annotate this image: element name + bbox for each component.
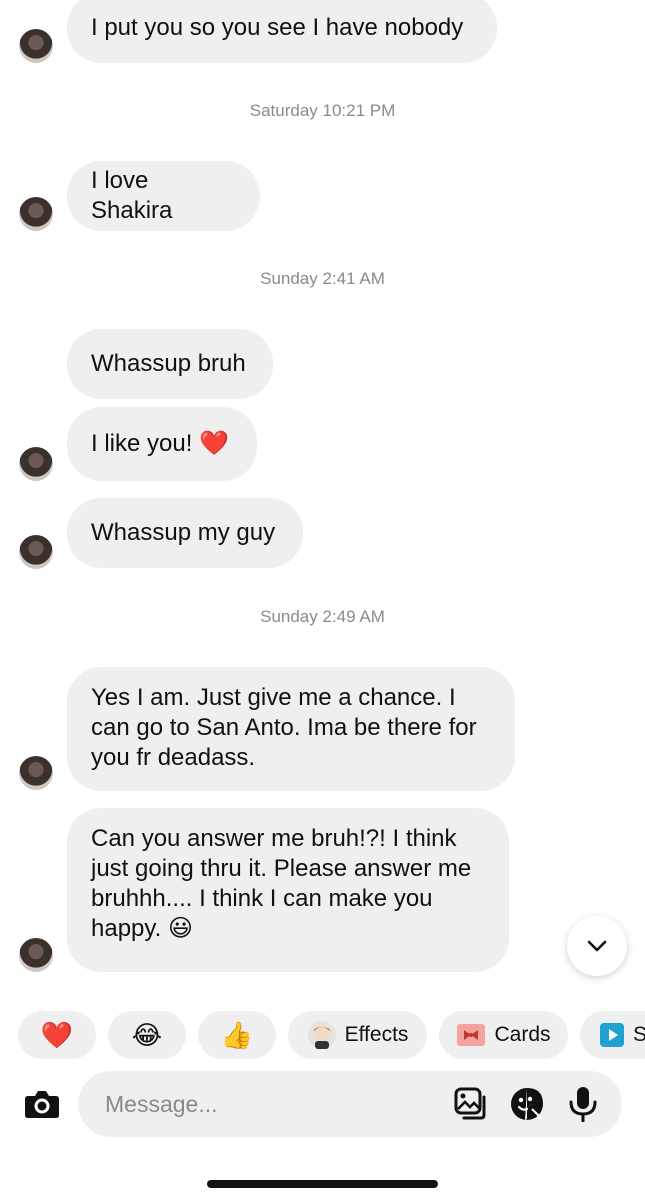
scroll-to-bottom-button[interactable] xyxy=(567,916,627,976)
more-quick-action-button[interactable]: S xyxy=(580,1011,645,1059)
heart-emoji: ❤️ xyxy=(40,1019,74,1050)
cards-ribbon-icon xyxy=(457,1024,486,1046)
play-icon xyxy=(600,1023,624,1047)
avatar[interactable] xyxy=(19,535,53,569)
effects-button[interactable]: Effects xyxy=(288,1011,427,1059)
thumbs-up-reaction-button[interactable]: 👍 xyxy=(198,1011,276,1059)
laugh-reaction-button[interactable]: 😂 xyxy=(108,1011,186,1059)
message-text: Whassup bruh xyxy=(91,350,246,377)
message-text: I love Shakira xyxy=(91,167,173,224)
message-input[interactable]: Message... xyxy=(78,1071,622,1137)
voice-message-button[interactable] xyxy=(568,1086,598,1127)
gallery-button[interactable] xyxy=(454,1087,488,1126)
message-line: can go to San Anto. Ima be there for xyxy=(91,714,477,741)
message-line: happy. 😃 xyxy=(91,915,193,942)
sticker-button[interactable] xyxy=(510,1087,544,1126)
message-line: bruhhh.... I think I can make you xyxy=(91,885,433,912)
message-text: I like you! ❤️ xyxy=(91,430,229,457)
camera-button[interactable] xyxy=(24,1088,60,1125)
message-line: Yes I am. Just give me a chance. I xyxy=(91,684,456,711)
quick-actions-bar: ❤️ 😂 👍 Effects Cards S xyxy=(0,1011,645,1061)
timestamp: Saturday 10:21 PM xyxy=(249,101,396,120)
avatar[interactable] xyxy=(19,29,53,63)
message-thread: I put you so you see I have nobody Satur… xyxy=(0,0,645,1000)
home-indicator[interactable] xyxy=(207,1180,438,1188)
sticker-icon xyxy=(511,1088,543,1120)
message-bubble[interactable]: Can you answer me bruh!?! I think just g… xyxy=(67,808,509,972)
partial-label: S xyxy=(633,1023,645,1046)
message-bubble[interactable]: Whassup my guy xyxy=(67,498,303,568)
avatar[interactable] xyxy=(19,756,53,790)
avatar[interactable] xyxy=(19,197,53,231)
thumbs-up-emoji: 👍 xyxy=(220,1019,254,1050)
cards-label: Cards xyxy=(494,1023,551,1046)
message-text: Whassup my guy xyxy=(91,519,276,546)
effects-avatar-icon xyxy=(307,1021,336,1049)
gallery-icon xyxy=(454,1087,486,1120)
message-line: you fr deadass. xyxy=(91,744,256,771)
heart-reaction-button[interactable]: ❤️ xyxy=(18,1011,96,1059)
message-bubble[interactable]: I love Shakira xyxy=(67,161,260,231)
effects-label: Effects xyxy=(344,1023,409,1046)
avatar[interactable] xyxy=(19,938,53,972)
camera-icon xyxy=(25,1091,59,1118)
message-line: Can you answer me bruh!?! I think xyxy=(91,825,457,852)
microphone-icon xyxy=(569,1087,597,1123)
message-bubble[interactable]: Yes I am. Just give me a chance. I can g… xyxy=(67,667,515,791)
message-placeholder: Message... xyxy=(105,1091,218,1117)
chevron-down-icon xyxy=(587,940,607,952)
message-bubble[interactable]: I like you! ❤️ xyxy=(67,407,257,481)
cards-button[interactable]: Cards xyxy=(439,1011,568,1059)
timestamp: Sunday 2:41 AM xyxy=(260,269,385,288)
message-bubble[interactable]: I put you so you see I have nobody xyxy=(67,0,497,63)
message-text: I put you so you see I have nobody xyxy=(91,14,464,41)
avatar[interactable] xyxy=(19,447,53,481)
timestamp: Sunday 2:49 AM xyxy=(260,607,385,626)
message-bubble[interactable]: Whassup bruh xyxy=(67,329,273,399)
message-line: just going thru it. Please answer me xyxy=(91,855,472,882)
laugh-emoji: 😂 xyxy=(131,1019,163,1050)
